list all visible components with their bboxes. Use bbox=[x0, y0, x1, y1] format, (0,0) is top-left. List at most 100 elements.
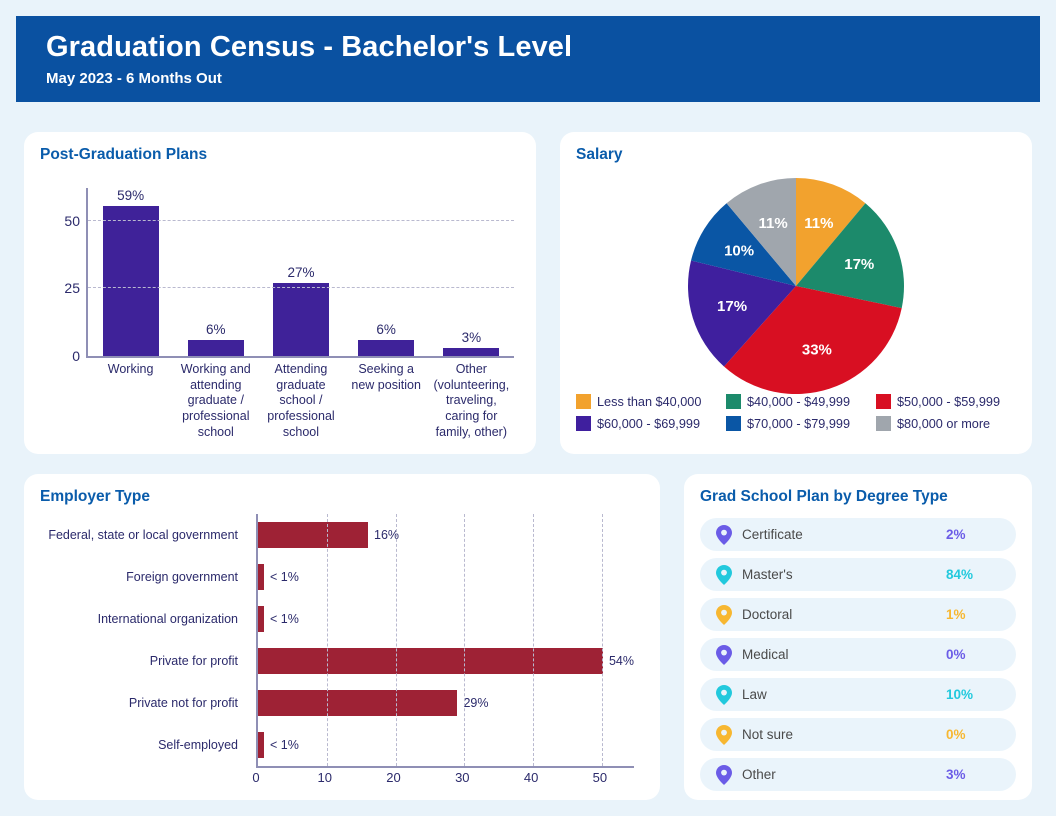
map-pin-icon bbox=[716, 684, 732, 705]
gridline: 25 bbox=[64, 280, 514, 296]
grad-school-plan-row[interactable]: Not sure 0% bbox=[700, 718, 1016, 751]
legend-swatch-icon bbox=[576, 394, 591, 409]
y-axis-tick-label: 25 bbox=[64, 280, 80, 297]
employer-bar-row[interactable]: < 1% bbox=[258, 598, 634, 640]
bar-value-label: 29% bbox=[463, 696, 489, 710]
bar[interactable] bbox=[258, 732, 264, 758]
gridline bbox=[533, 514, 535, 766]
pie-chart-svg: 11%17%33%17%10%11% bbox=[688, 178, 904, 394]
employer-bar-row[interactable]: < 1% bbox=[258, 556, 634, 598]
map-pin-icon bbox=[716, 604, 732, 625]
bar-value-label: < 1% bbox=[270, 612, 299, 626]
y-axis-tick-label: 0 bbox=[72, 348, 80, 364]
bar-value-label: < 1% bbox=[270, 570, 299, 584]
bar-category-label: Working and attending graduate / profess… bbox=[180, 362, 251, 439]
page-subtitle: May 2023 - 6 Months Out bbox=[46, 69, 222, 87]
y-axis-tick-label: 50 bbox=[64, 212, 80, 229]
bar[interactable] bbox=[443, 347, 500, 356]
map-pin-icon bbox=[716, 724, 732, 745]
bar-category-label: Seeking a new position bbox=[351, 362, 421, 392]
bar-column[interactable]: 6% bbox=[344, 188, 429, 356]
bar-value-label: 6% bbox=[376, 321, 396, 337]
pie-slice-label: 17% bbox=[844, 256, 874, 273]
bar-value-label: < 1% bbox=[270, 738, 299, 752]
bar-chart-plot-area: 59% 6% 27% 6% 3% 0 25 50 bbox=[64, 188, 514, 364]
bar-category-label: Attending graduate school / professional… bbox=[267, 362, 335, 439]
gridline bbox=[326, 514, 328, 766]
post-graduation-plans-chart: 59% 6% 27% 6% 3% 0 25 50 Working Working and at… bbox=[40, 170, 520, 460]
employer-category-label: Private not for profit bbox=[128, 696, 238, 710]
bar-column[interactable]: 3% bbox=[429, 188, 514, 356]
grad-school-plan-row[interactable]: Other 3% bbox=[700, 758, 1016, 791]
legend-item[interactable]: $50,000 - $59,999 bbox=[876, 394, 1022, 409]
legend-label: $40,000 - $49,999 bbox=[747, 394, 850, 409]
page-title: Graduation Census - Bachelor's Level bbox=[46, 31, 573, 63]
grad-school-plan-label: Certificate bbox=[742, 527, 803, 542]
legend-item[interactable]: $40,000 - $49,999 bbox=[726, 394, 872, 409]
bar[interactable] bbox=[258, 690, 458, 716]
bar-column[interactable]: 6% bbox=[173, 188, 258, 356]
bar[interactable] bbox=[187, 339, 244, 356]
bar-value-label: 54% bbox=[608, 654, 634, 668]
employer-type-title: Employer Type bbox=[40, 488, 150, 505]
grad-school-plan-label: Medical bbox=[742, 647, 789, 662]
employer-category-labels: Federal, state or local government Foreig… bbox=[40, 514, 248, 766]
legend-label: $50,000 - $59,999 bbox=[897, 394, 1000, 409]
bar-category-label: Other (volunteering, traveling, caring f… bbox=[433, 362, 510, 439]
pie-slice-label: 11% bbox=[804, 215, 833, 232]
grad-school-plan-value: 3% bbox=[946, 767, 966, 782]
grad-school-plan-row[interactable]: Law 10% bbox=[700, 678, 1016, 711]
grad-school-plan-label: Law bbox=[742, 687, 767, 702]
employer-type-card: Employer Type Federal, state or local go… bbox=[24, 474, 660, 800]
bar[interactable] bbox=[258, 522, 369, 548]
legend-swatch-icon bbox=[876, 416, 891, 431]
x-axis-tick-label: 20 bbox=[386, 770, 401, 785]
bar-value-label: 6% bbox=[206, 321, 226, 337]
pie-slice-label: 10% bbox=[724, 243, 754, 260]
map-pin-icon bbox=[716, 764, 732, 785]
grad-school-plan-row[interactable]: Doctoral 1% bbox=[700, 598, 1016, 631]
bar-chart-category-labels: Working Working and attending graduate / … bbox=[88, 362, 514, 440]
grad-school-plan-value: 10% bbox=[946, 687, 974, 702]
pie-slice-label: 17% bbox=[717, 298, 747, 315]
x-axis-tick-label: 30 bbox=[455, 770, 470, 785]
salary-legend: Less than $40,000 $40,000 - $49,999 $50,00… bbox=[576, 394, 1022, 431]
employer-plot-area: 16% < 1% < 1% 54% 29% < 1% bbox=[256, 514, 634, 768]
legend-label: $80,000 or more bbox=[897, 416, 991, 431]
grad-school-plan-label: Not sure bbox=[742, 727, 794, 742]
employer-bar-row[interactable]: 54% bbox=[258, 640, 634, 682]
grad-school-plan-row[interactable]: Master's 84% bbox=[700, 558, 1016, 591]
grad-school-plan-value: 84% bbox=[946, 567, 974, 582]
bar[interactable] bbox=[258, 648, 603, 674]
map-pin-icon bbox=[716, 524, 732, 545]
bar[interactable] bbox=[102, 206, 159, 356]
legend-label: Less than $40,000 bbox=[597, 394, 702, 409]
legend-swatch-icon bbox=[726, 416, 741, 431]
bar-column[interactable]: 27% bbox=[258, 188, 343, 356]
bar[interactable] bbox=[258, 564, 264, 590]
grad-school-plan-row[interactable]: Certificate 2% bbox=[700, 518, 1016, 551]
bar-column[interactable]: 59% bbox=[88, 188, 173, 356]
employer-bar-row[interactable]: < 1% bbox=[258, 724, 634, 766]
salary-card: Salary 11% 17% 33% 17% 10% 11% Less than $40,… bbox=[560, 132, 1032, 454]
grad-school-plan-row[interactable]: Medical 0% bbox=[700, 638, 1016, 671]
legend-item[interactable]: $70,000 - $79,999 bbox=[726, 416, 872, 431]
employer-bar-row[interactable]: 29% bbox=[258, 682, 634, 724]
employer-x-axis-ticks: 0 10 20 30 40 50 bbox=[252, 770, 634, 790]
pie-slice-label: 33% bbox=[802, 342, 832, 359]
employer-category-label: Private for profit bbox=[149, 654, 238, 668]
grad-school-plan-value: 0% bbox=[946, 727, 966, 742]
x-axis-tick-label: 50 bbox=[592, 770, 608, 785]
legend-item[interactable]: Less than $40,000 bbox=[576, 394, 722, 409]
salary-title: Salary bbox=[576, 146, 623, 163]
employer-category-label: Self-employed bbox=[158, 738, 238, 752]
map-pin-icon bbox=[716, 564, 732, 585]
legend-item[interactable]: $60,000 - $69,999 bbox=[576, 416, 722, 431]
pie-slice-label: 11% bbox=[758, 215, 787, 232]
bar[interactable] bbox=[358, 339, 415, 356]
legend-item[interactable]: $80,000 or more bbox=[876, 416, 1022, 431]
bar[interactable] bbox=[272, 282, 329, 356]
employer-bar-row[interactable]: 16% bbox=[258, 514, 634, 556]
gridline bbox=[464, 514, 466, 766]
bar[interactable] bbox=[258, 606, 264, 632]
